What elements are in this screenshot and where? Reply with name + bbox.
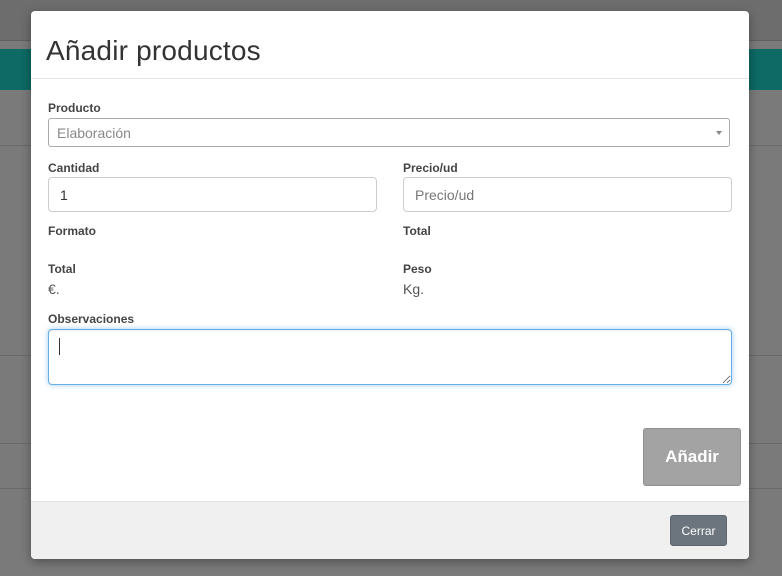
modal-title: Añadir productos bbox=[46, 35, 261, 66]
producto-label: Producto bbox=[48, 101, 101, 115]
peso-label: Peso bbox=[403, 262, 432, 276]
observaciones-textarea[interactable] bbox=[48, 329, 732, 385]
add-products-modal: Añadir productos Producto Elaboración Ca… bbox=[31, 11, 749, 559]
add-button[interactable]: Añadir bbox=[643, 428, 741, 486]
producto-select[interactable]: Elaboración bbox=[48, 118, 730, 147]
observaciones-label: Observaciones bbox=[48, 312, 135, 326]
modal-footer: Cerrar bbox=[31, 501, 749, 559]
caret-down-icon bbox=[716, 131, 722, 135]
cantidad-input[interactable] bbox=[48, 177, 377, 212]
precio-input[interactable] bbox=[403, 177, 732, 212]
modal-body: Producto Elaboración Cantidad Precio/ud … bbox=[31, 79, 749, 502]
total-price-label: Total bbox=[403, 224, 431, 238]
modal-header: Añadir productos bbox=[31, 11, 749, 79]
peso-value: Kg. bbox=[403, 281, 425, 297]
precio-label: Precio/ud bbox=[403, 161, 458, 175]
producto-selected-value: Elaboración bbox=[57, 125, 131, 141]
total-value: €. bbox=[48, 281, 60, 297]
close-button[interactable]: Cerrar bbox=[670, 515, 727, 546]
total-label: Total bbox=[48, 262, 76, 276]
text-cursor bbox=[59, 338, 60, 355]
cantidad-label: Cantidad bbox=[48, 161, 100, 175]
formato-label: Formato bbox=[48, 224, 96, 238]
